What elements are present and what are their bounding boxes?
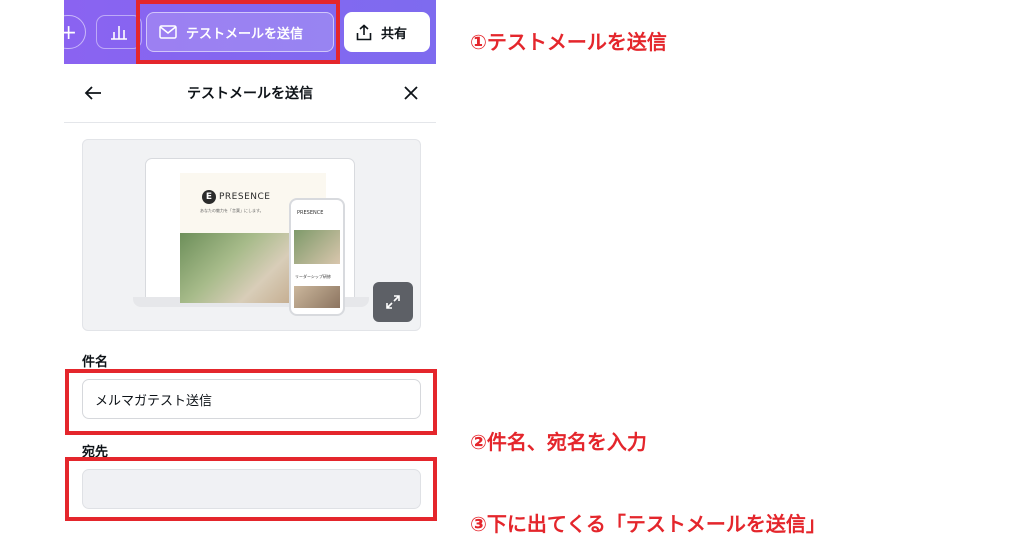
close-icon[interactable]: [400, 82, 422, 104]
brand-tagline: あなたの魅力を「言葉」にします。: [200, 208, 264, 213]
panel-title: テストメールを送信: [187, 86, 313, 102]
logo-mark: E: [202, 190, 216, 204]
email-preview: E PRESENCE あなたの魅力を「言葉」にします。 PRESENCE リーダ…: [82, 139, 421, 331]
share-label: 共有: [381, 26, 408, 42]
phone-caption: リーダーシップ研修: [295, 274, 331, 279]
bar-chart-icon: [111, 26, 127, 40]
phone-photo: [294, 230, 340, 264]
expand-preview-button[interactable]: [373, 282, 413, 322]
plus-icon: +: [60, 20, 77, 44]
share-button[interactable]: 共有: [344, 12, 430, 52]
annotation-step1: ①テストメールを送信: [470, 30, 667, 54]
share-upload-icon: [356, 23, 372, 40]
highlight-send-button: [136, 0, 340, 64]
brand-name: PRESENCE: [219, 192, 271, 202]
annotation-step3: ③下に出てくる「テストメールを送信」: [470, 512, 826, 536]
mobile-preview: PRESENCE リーダーシップ研修: [289, 198, 345, 316]
subject-label: 件名: [82, 355, 109, 370]
phone-brand: PRESENCE: [297, 210, 324, 216]
panel-header: テストメールを送信: [64, 64, 436, 123]
highlight-subject-field: [65, 369, 437, 435]
brand-logo: E PRESENCE: [202, 190, 270, 204]
add-button[interactable]: +: [50, 15, 86, 49]
highlight-recipient-field: [65, 457, 437, 521]
expand-icon: [386, 295, 400, 309]
annotation-step2: ②件名、宛名を入力: [470, 430, 647, 454]
phone-photo-2: [294, 286, 340, 308]
